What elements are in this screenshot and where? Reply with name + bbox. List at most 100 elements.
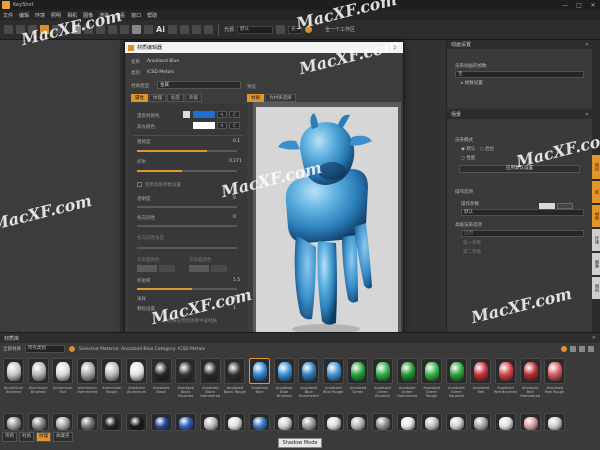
material-swatch[interactable]: [52, 358, 74, 384]
ior-slider[interactable]: [137, 288, 237, 290]
vtab[interactable]: 材质: [592, 205, 600, 227]
material-swatch[interactable]: [470, 413, 492, 431]
vtab[interactable]: 相机: [592, 277, 600, 299]
material-swatch[interactable]: [27, 358, 49, 384]
advanced-checkbox[interactable]: [137, 182, 142, 187]
render-region-icon[interactable]: [144, 25, 153, 34]
tab-material[interactable]: 材质: [247, 94, 264, 102]
material-swatch[interactable]: [519, 413, 541, 431]
material-swatch[interactable]: [76, 413, 98, 431]
denoise-icon[interactable]: [167, 25, 177, 34]
material-swatch[interactable]: [3, 358, 24, 384]
vtab[interactable]: 项目: [592, 155, 600, 179]
material-swatch[interactable]: [224, 413, 246, 431]
material-swatch[interactable]: [544, 413, 566, 431]
material-swatch[interactable]: [101, 358, 123, 384]
material-swatch[interactable]: [322, 358, 344, 384]
material-swatch[interactable]: [495, 413, 516, 431]
tab-appearance[interactable]: 外观: [185, 94, 202, 102]
material-type-dropdown[interactable]: 金属: [157, 81, 241, 89]
texture-map-icon[interactable]: [183, 111, 190, 118]
material-swatch[interactable]: [150, 413, 172, 431]
roughness-slider[interactable]: [137, 150, 237, 152]
material-swatch[interactable]: [396, 413, 418, 431]
tab-labels[interactable]: 标签: [167, 94, 184, 102]
zoom-icon[interactable]: [191, 25, 201, 34]
subsurface-swatch[interactable]: [137, 265, 157, 272]
material-swatch[interactable]: [199, 358, 221, 384]
material-swatch[interactable]: [273, 358, 295, 384]
material-swatch[interactable]: [150, 358, 172, 384]
material-swatch[interactable]: [470, 358, 492, 384]
material-swatch[interactable]: [249, 358, 270, 384]
material-swatch[interactable]: [224, 358, 246, 384]
material-swatch[interactable]: [175, 358, 197, 384]
vtab[interactable]: 库: [592, 181, 600, 203]
anisotropy-angle-slider[interactable]: [137, 247, 237, 249]
grid-icon[interactable]: [132, 25, 141, 34]
material-swatch[interactable]: [126, 413, 147, 431]
material-swatch[interactable]: [347, 358, 369, 384]
material-swatch[interactable]: [76, 358, 98, 384]
ior-value[interactable]: 1.5: [233, 278, 240, 283]
params-dropdown[interactable]: 默认: [461, 209, 584, 216]
material-swatch[interactable]: [544, 358, 566, 384]
menu-item[interactable]: 编辑: [19, 12, 29, 19]
copy-button[interactable]: C: [229, 122, 240, 129]
ai-icon[interactable]: Ai: [156, 25, 165, 34]
toggle-button[interactable]: [557, 203, 573, 209]
close-icon[interactable]: ✕: [585, 42, 589, 48]
material-swatch[interactable]: [322, 413, 344, 431]
material-swatch[interactable]: [495, 358, 516, 384]
menu-item[interactable]: 文件: [3, 12, 13, 19]
tab-properties[interactable]: 属性: [131, 94, 148, 102]
frames-expander[interactable]: ▸ 帧数设置: [447, 80, 592, 86]
material-swatch[interactable]: [396, 358, 418, 384]
close-icon[interactable]: ✕: [585, 112, 589, 118]
material-swatch[interactable]: [298, 358, 320, 384]
menu-item[interactable]: 环境: [35, 12, 45, 19]
tab-favorites[interactable]: 收藏夹: [53, 432, 73, 442]
toggle-button[interactable]: [539, 203, 555, 209]
material-swatch[interactable]: [52, 413, 74, 431]
specular-color-swatch[interactable]: [193, 122, 215, 129]
material-swatch[interactable]: [101, 413, 123, 431]
anisotropy-value[interactable]: 0: [233, 215, 236, 220]
transparency-slider[interactable]: [137, 206, 237, 208]
tab-textures[interactable]: 纹理: [36, 432, 51, 442]
maximize-icon[interactable]: □: [572, 2, 586, 9]
menu-item[interactable]: 帮助: [147, 12, 157, 19]
new-icon[interactable]: [4, 25, 13, 34]
tab-project[interactable]: 项目: [2, 432, 17, 442]
close-icon[interactable]: ✕: [586, 2, 600, 9]
frames-dropdown[interactable]: 无: [455, 71, 584, 78]
subsurface-swatch[interactable]: [189, 265, 209, 272]
viewport-left[interactable]: [0, 40, 120, 332]
material-swatch[interactable]: [175, 413, 197, 431]
subsurface-swatch[interactable]: [159, 265, 175, 272]
shadow-mode-button[interactable]: Shadow Mode: [278, 438, 322, 448]
material-preview[interactable]: [256, 107, 398, 339]
vtab[interactable]: 环境: [592, 229, 600, 251]
material-swatch[interactable]: [445, 358, 467, 384]
copy-button[interactable]: C: [229, 111, 240, 118]
material-swatch[interactable]: [249, 413, 270, 431]
material-swatch[interactable]: [421, 358, 443, 384]
workspace-label[interactable]: 全一个工作区: [325, 26, 355, 33]
refraction-value[interactable]: 0.271: [229, 159, 242, 164]
material-swatch[interactable]: [347, 413, 369, 431]
name-value[interactable]: Anodized Blue: [147, 59, 179, 64]
material-swatch[interactable]: [519, 358, 541, 384]
eyedropper-icon[interactable]: ✎: [217, 111, 227, 118]
vtab[interactable]: 图像: [592, 253, 600, 275]
settings-icon[interactable]: [275, 25, 285, 34]
material-swatch[interactable]: [298, 413, 320, 431]
eyedropper-icon[interactable]: ✎: [217, 122, 227, 129]
refraction-slider[interactable]: [137, 170, 237, 172]
tab-select-material[interactable]: 为材质选择: [265, 94, 296, 102]
menu-item[interactable]: 照明: [51, 12, 61, 19]
anisotropy-slider[interactable]: [137, 225, 237, 227]
material-swatch[interactable]: [3, 413, 24, 431]
fit-icon[interactable]: [203, 25, 213, 34]
material-swatch[interactable]: [126, 358, 147, 384]
